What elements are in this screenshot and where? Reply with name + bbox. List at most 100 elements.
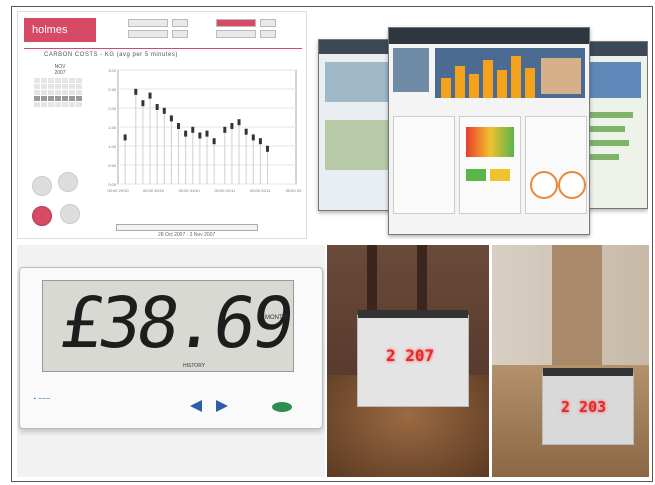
calendar-widget[interactable]: NOV 2007 — [34, 64, 86, 156]
calendar-day[interactable] — [62, 84, 68, 89]
data-point — [177, 123, 181, 129]
y-tick-label: 3.00 — [108, 68, 117, 73]
calendar-day[interactable] — [55, 96, 61, 101]
calendar-day[interactable] — [41, 78, 47, 83]
x-tick-label: 00:00 31/10 — [179, 188, 201, 193]
calendar-day[interactable] — [76, 84, 82, 89]
calendar-day[interactable] — [62, 96, 68, 101]
date-range: 28 Oct 2007 - 3 Nov 2007 — [158, 232, 216, 238]
collage-frame: holmes CARBON COSTS - KG (avg per 5 minu… — [11, 6, 653, 482]
calendar-day[interactable] — [69, 78, 75, 83]
calendar-grid[interactable] — [34, 78, 86, 107]
calendar-day[interactable] — [48, 78, 54, 83]
calendar-day[interactable] — [41, 90, 47, 95]
calendar-day[interactable] — [41, 84, 47, 89]
dashboard-bar-chart — [435, 48, 585, 98]
graph-title: CARBON COSTS - KG (avg per 5 minutes) — [44, 52, 178, 58]
data-point — [134, 88, 138, 95]
calendar-day[interactable] — [41, 102, 47, 107]
chart-svg: 3.00 2.50 2.00 1.50 1.00 0.50 0.0000:00 29/10 0… — [107, 68, 306, 193]
y-tick-label: 2.00 — [108, 106, 117, 111]
calendar-day[interactable] — [69, 90, 75, 95]
y-tick-label: 2.50 — [108, 87, 117, 92]
calendar-day[interactable] — [69, 84, 75, 89]
dashboard-main — [388, 27, 590, 235]
history-label: HISTORY — [183, 363, 206, 369]
led-display-box: 2 203 — [542, 368, 634, 445]
energy-display-photo: £38.69 MONTH HISTORY ◔ ~~~ — [17, 245, 325, 477]
calendar-day[interactable] — [41, 96, 47, 101]
calendar-day[interactable] — [62, 78, 68, 83]
energy-display-device: £38.69 MONTH HISTORY ◔ ~~~ — [19, 267, 323, 429]
data-point — [169, 115, 173, 122]
data-point — [266, 145, 270, 152]
calendar-day[interactable] — [76, 96, 82, 101]
calendar-day[interactable] — [76, 90, 82, 95]
led-display-photo-right: 2 203 — [492, 245, 649, 477]
data-point — [223, 126, 227, 133]
calendar-day[interactable] — [76, 102, 82, 107]
y-tick-label: 0.00 — [108, 182, 117, 187]
calendar-day[interactable] — [69, 102, 75, 107]
app-header-fields — [128, 18, 302, 42]
data-point — [155, 104, 159, 110]
data-point — [198, 132, 202, 139]
data-point — [141, 100, 145, 107]
energy-app-screenshot: holmes CARBON COSTS - KG (avg per 5 minu… — [17, 11, 307, 239]
calendar-day[interactable] — [62, 102, 68, 107]
calendar-day[interactable] — [34, 90, 40, 95]
x-tick-label: 00:00 02/11 — [250, 188, 272, 193]
y-tick-label: 1.50 — [108, 125, 117, 130]
dashboard-collage — [312, 11, 648, 239]
data-point — [237, 119, 241, 126]
lcd-screen: £38.69 MONTH HISTORY — [42, 280, 296, 372]
x-tick-label: 00:00 03/11 — [286, 188, 301, 193]
timeline-scrollbar[interactable] — [116, 224, 258, 231]
x-tick-label: 00:00 29/10 — [107, 188, 129, 193]
data-point — [230, 123, 234, 129]
left-arrow-icon[interactable] — [190, 400, 202, 412]
calendar-day[interactable] — [55, 78, 61, 83]
data-point — [205, 130, 209, 137]
nav-icon[interactable] — [58, 172, 78, 192]
calendar-day[interactable] — [55, 102, 61, 107]
led-display-photo-left: 2 207 — [327, 245, 489, 477]
calendar-day[interactable] — [48, 102, 54, 107]
calendar-day[interactable] — [62, 90, 68, 95]
calendar-day[interactable] — [34, 96, 40, 101]
calendar-day[interactable] — [34, 102, 40, 107]
data-point — [162, 107, 166, 114]
cost-reading: £38.69 — [55, 282, 296, 364]
calendar-day[interactable] — [55, 90, 61, 95]
right-arrow-icon[interactable] — [216, 400, 228, 412]
calendar-year: 2007 — [54, 70, 66, 76]
green-button[interactable] — [272, 402, 292, 412]
led-display-box: 2 207 — [357, 310, 469, 407]
data-point — [148, 92, 152, 99]
calendar-day[interactable] — [34, 84, 40, 89]
data-point — [251, 134, 255, 141]
led-reading: 2 203 — [561, 398, 607, 416]
data-point — [212, 138, 216, 145]
nav-icon[interactable] — [60, 204, 80, 224]
unit-label: MONTH — [265, 315, 287, 321]
calendar-day[interactable] — [48, 84, 54, 89]
nav-icon-active[interactable] — [32, 206, 52, 226]
data-point — [244, 128, 248, 135]
data-point — [123, 134, 127, 141]
calendar-day[interactable] — [55, 84, 61, 89]
data-point — [258, 138, 262, 145]
y-tick-label: 1.00 — [108, 144, 117, 149]
app-logo: holmes — [24, 18, 96, 42]
calendar-day[interactable] — [48, 96, 54, 101]
carbon-chart: 3.00 2.50 2.00 1.50 1.00 0.50 0.00 00:00 29/10 0… — [96, 64, 306, 214]
data-point — [191, 126, 195, 133]
calendar-day[interactable] — [34, 78, 40, 83]
app-nav-icons — [28, 170, 88, 236]
nav-icon[interactable] — [32, 176, 52, 196]
x-tick-label: 00:00 01/11 — [214, 188, 236, 193]
brand-logo: ◔ ~~~ — [32, 396, 51, 403]
calendar-day[interactable] — [76, 78, 82, 83]
calendar-day[interactable] — [48, 90, 54, 95]
calendar-day[interactable] — [69, 96, 75, 101]
